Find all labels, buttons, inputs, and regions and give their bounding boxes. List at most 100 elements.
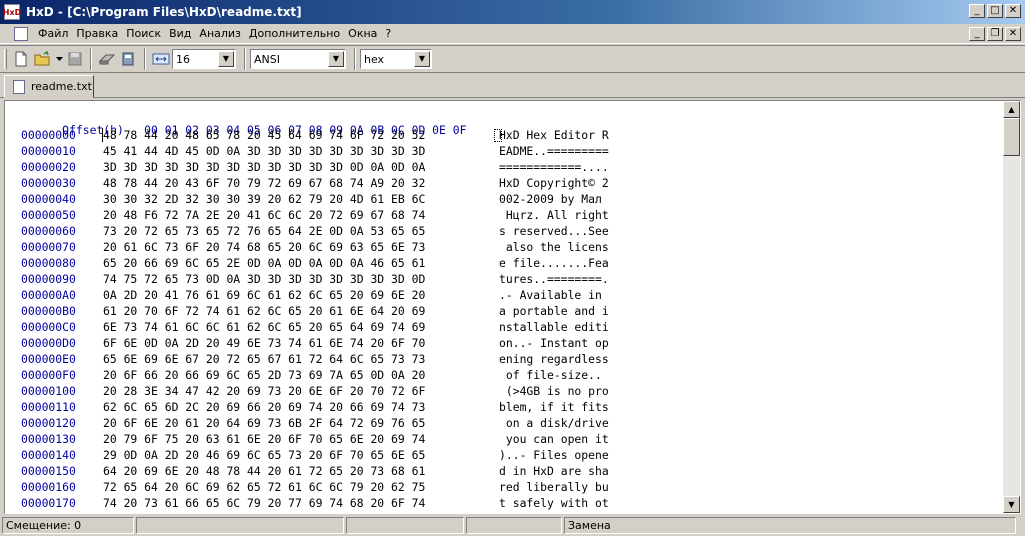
row-hex-bytes[interactable]: 20 79 6F 75 20 63 61 6E 20 6F 70 65 6E 2…	[103, 432, 499, 448]
hex-row[interactable]: 00000050 20 48 F6 72 7A 2E 20 41 6C 6C 20…	[21, 208, 609, 224]
hex-row[interactable]: 000000A0 0A 2D 20 41 76 61 69 6C 61 62 6C…	[21, 288, 609, 304]
row-hex-bytes[interactable]: 72 65 64 20 6C 69 62 65 72 61 6C 6C 79 2…	[103, 480, 499, 496]
row-hex-bytes[interactable]: 20 61 6C 73 6F 20 74 68 65 20 6C 69 63 6…	[103, 240, 499, 256]
row-text[interactable]: of file-size..	[499, 368, 609, 384]
hex-row[interactable]: 00000140 29 0D 0A 2D 20 46 69 6C 65 73 20…	[21, 448, 609, 464]
row-text[interactable]: t safely with ot	[499, 496, 609, 512]
row-text[interactable]: (>4GB is no pro	[499, 384, 609, 400]
hex-row[interactable]: 00000150 64 20 69 6E 20 48 78 44 20 61 72…	[21, 464, 609, 480]
row-text[interactable]: Hцrz. All right	[499, 208, 609, 224]
charset-select[interactable]: ANSI ▼	[250, 49, 346, 69]
row-hex-bytes[interactable]: 20 48 F6 72 7A 2E 20 41 6C 6C 20 72 69 6…	[103, 208, 499, 224]
menu-edit[interactable]: Правка	[72, 27, 122, 40]
hxd-app-icon[interactable]: HxD	[3, 4, 21, 20]
scrollbar-thumb[interactable]	[1003, 118, 1020, 156]
hex-row[interactable]: 00000090 74 75 72 65 73 0D 0A 3D 3D 3D 3D…	[21, 272, 609, 288]
scroll-down-icon[interactable]: ▼	[1003, 496, 1020, 513]
mdi-minimize-icon[interactable]: _	[969, 27, 985, 41]
open-disk-icon[interactable]	[96, 48, 118, 70]
menu-analysis[interactable]: Анализ	[195, 27, 245, 40]
row-hex-bytes[interactable]: 74 20 73 61 66 65 6C 79 20 77 69 74 68 2…	[103, 496, 499, 512]
maximize-icon[interactable]: □	[987, 4, 1003, 18]
row-hex-bytes[interactable]: 73 20 72 65 73 65 72 76 65 64 2E 0D 0A 5…	[103, 224, 499, 240]
row-text[interactable]: also the licens	[499, 240, 609, 256]
row-hex-bytes[interactable]: 6F 6E 0D 0A 2D 20 49 6E 73 74 61 6E 74 2…	[103, 336, 499, 352]
hex-row[interactable]: 00000070 20 61 6C 73 6F 20 74 68 65 20 6C…	[21, 240, 609, 256]
row-hex-bytes[interactable]: 61 20 70 6F 72 74 61 62 6C 65 20 61 6E 6…	[103, 304, 499, 320]
row-hex-bytes[interactable]: 3D 3D 3D 3D 3D 3D 3D 3D 3D 3D 3D 3D 0D 0…	[103, 160, 499, 176]
row-hex-bytes[interactable]: 48 78 44 20 43 6F 70 79 72 69 67 68 74 A…	[103, 176, 499, 192]
row-hex-bytes[interactable]: 45 41 44 4D 45 0D 0A 3D 3D 3D 3D 3D 3D 3…	[103, 144, 499, 160]
row-text[interactable]: .- Available in	[499, 288, 609, 304]
row-text[interactable]: EADME..=========	[499, 144, 609, 160]
row-hex-bytes[interactable]: 20 6F 6E 20 61 20 64 69 73 6B 2F 64 72 6…	[103, 416, 499, 432]
scroll-up-icon[interactable]: ▲	[1003, 101, 1020, 118]
row-hex-bytes[interactable]: 74 75 72 65 73 0D 0A 3D 3D 3D 3D 3D 3D 3…	[103, 272, 499, 288]
hex-row[interactable]: 00000100 20 28 3E 34 47 42 20 69 73 20 6E…	[21, 384, 609, 400]
mdi-close-icon[interactable]: ✕	[1005, 27, 1021, 41]
row-hex-bytes[interactable]: 30 30 32 2D 32 30 30 39 20 62 79 20 4D 6…	[103, 192, 499, 208]
row-hex-bytes[interactable]: 65 6E 69 6E 67 20 72 65 67 61 72 64 6C 6…	[103, 352, 499, 368]
hex-row[interactable]: 00000080 65 20 66 69 6C 65 2E 0D 0A 0D 0A…	[21, 256, 609, 272]
open-folder-icon[interactable]	[32, 48, 54, 70]
hex-row[interactable]: 00000060 73 20 72 65 73 65 72 76 65 64 2E…	[21, 224, 609, 240]
row-text[interactable]: nstallable editi	[499, 320, 609, 336]
row-hex-bytes[interactable]: 62 6C 65 6D 2C 20 69 66 20 69 74 20 66 6…	[103, 400, 499, 416]
hex-row[interactable]: 00000160 72 65 64 20 6C 69 62 65 72 61 6C…	[21, 480, 609, 496]
menu-search[interactable]: Поиск	[122, 27, 165, 40]
hex-row[interactable]: 00000110 62 6C 65 6D 2C 20 69 66 20 69 74…	[21, 400, 609, 416]
hex-row[interactable]: 000000E0 65 6E 69 6E 67 20 72 65 67 61 72…	[21, 352, 609, 368]
row-text[interactable]: ening regardless	[499, 352, 609, 368]
hex-row[interactable]: 00000040 30 30 32 2D 32 30 30 39 20 62 79…	[21, 192, 602, 208]
row-text[interactable]: 002-2009 by Мал	[499, 192, 602, 208]
row-text[interactable]: d in HxD are sha	[499, 464, 609, 480]
vertical-scrollbar[interactable]: ▲ ▼	[1003, 101, 1020, 513]
hex-row[interactable]: 00000030 48 78 44 20 43 6F 70 79 72 69 67…	[21, 176, 609, 192]
hex-row[interactable]: 00000170 74 20 73 61 66 65 6C 79 20 77 69…	[21, 496, 609, 512]
row-text[interactable]: ============....	[499, 160, 609, 176]
chevron-down-icon[interactable]: ▼	[218, 51, 234, 67]
row-text[interactable]: )..- Files opene	[499, 448, 609, 464]
hex-row[interactable]: 00000010 45 41 44 4D 45 0D 0A 3D 3D 3D 3D…	[21, 144, 609, 160]
hex-row[interactable]: 00000000 48 78 44 20 48 65 78 20 45 64 69…	[21, 128, 609, 144]
menu-windows[interactable]: Окна	[344, 27, 381, 40]
hex-row[interactable]: 00000120 20 6F 6E 20 61 20 64 69 73 6B 2F…	[21, 416, 609, 432]
row-text[interactable]: you can open it	[499, 432, 609, 448]
row-text[interactable]: e file.......Fea	[499, 256, 609, 272]
row-text[interactable]: HxD Hex Editor R	[499, 128, 609, 144]
row-hex-bytes[interactable]: 20 6F 66 20 66 69 6C 65 2D 73 69 7A 65 0…	[103, 368, 499, 384]
hex-editor[interactable]: Offset(h) 00 01 02 03 04 05 06 07 08 09 0…	[4, 100, 1021, 514]
menu-file[interactable]: Файл	[34, 27, 72, 40]
row-hex-bytes[interactable]: 6E 73 74 61 6C 6C 61 62 6C 65 20 65 64 6…	[103, 320, 499, 336]
menu-view[interactable]: Вид	[165, 27, 195, 40]
document-icon[interactable]	[14, 26, 28, 41]
save-icon[interactable]	[64, 48, 86, 70]
chevron-down-icon[interactable]: ▼	[328, 51, 344, 67]
chevron-down-icon[interactable]: ▼	[414, 51, 430, 67]
row-text[interactable]: HxD Copyright© 2	[499, 176, 609, 192]
minimize-icon[interactable]: _	[969, 4, 985, 18]
row-text[interactable]: on..- Instant op	[499, 336, 609, 352]
row-text[interactable]: a portable and i	[499, 304, 609, 320]
row-text[interactable]: blem, if it fits	[499, 400, 609, 416]
row-text[interactable]: s reserved...See	[499, 224, 609, 240]
row-text[interactable]: red liberally bu	[499, 480, 609, 496]
row-hex-bytes[interactable]: 29 0D 0A 2D 20 46 69 6C 65 73 20 6F 70 6…	[103, 448, 499, 464]
hex-row[interactable]: 00000130 20 79 6F 75 20 63 61 6E 20 6F 70…	[21, 432, 609, 448]
menu-extras[interactable]: Дополнительно	[245, 27, 344, 40]
mdi-restore-icon[interactable]: ❐	[987, 27, 1003, 41]
close-icon[interactable]: ✕	[1005, 4, 1021, 18]
toolbar-grip[interactable]	[4, 49, 7, 69]
hex-row[interactable]: 000000D0 6F 6E 0D 0A 2D 20 49 6E 73 74 61…	[21, 336, 609, 352]
hex-row[interactable]: 000000F0 20 6F 66 20 66 69 6C 65 2D 73 69…	[21, 368, 609, 384]
offset-base-select[interactable]: hex ▼	[360, 49, 432, 69]
hex-row[interactable]: 00000020 3D 3D 3D 3D 3D 3D 3D 3D 3D 3D 3D…	[21, 160, 609, 176]
tab-readme[interactable]: readme.txt	[4, 75, 94, 98]
row-hex-bytes[interactable]: 65 20 66 69 6C 65 2E 0D 0A 0D 0A 0D 0A 4…	[103, 256, 499, 272]
row-hex-bytes[interactable]: 64 20 69 6E 20 48 78 44 20 61 72 65 20 7…	[103, 464, 499, 480]
new-file-icon[interactable]	[10, 48, 32, 70]
row-text[interactable]: on a disk/drive	[499, 416, 609, 432]
hex-row[interactable]: 000000B0 61 20 70 6F 72 74 61 62 6C 65 20…	[21, 304, 609, 320]
row-hex-bytes[interactable]: 0A 2D 20 41 76 61 69 6C 61 62 6C 65 20 6…	[103, 288, 499, 304]
menu-help[interactable]: ?	[381, 27, 395, 40]
